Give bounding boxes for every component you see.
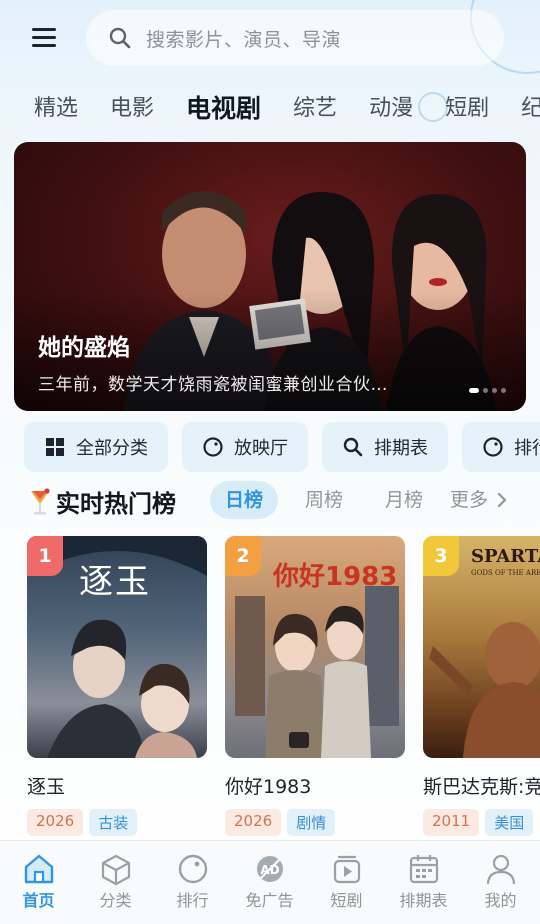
search-icon <box>109 27 131 49</box>
carousel-dot <box>501 388 506 393</box>
nav-label: 短剧 <box>330 891 363 910</box>
ranking-card[interactable]: 你好1983 2 你好1983 2026 剧情 <box>225 536 405 836</box>
tab-variety[interactable]: 综艺 <box>293 88 337 130</box>
tab-short-drama[interactable]: 短剧 <box>445 88 489 130</box>
cube-icon <box>101 854 130 885</box>
app-screen: 搜索影片、演员、导演 精选 电影 电视剧 综艺 动漫 短剧 纪录片 <box>0 0 540 924</box>
tab-anime[interactable]: 动漫 <box>369 88 413 130</box>
poster: 你好1983 2 <box>225 536 405 758</box>
quick-links: 全部分类 放映厅 排期表 排行榜 <box>24 422 540 472</box>
poster-title-art: SPARTACUS <box>471 546 540 567</box>
quick-link-label: 排行榜 <box>514 438 540 459</box>
nav-label: 分类 <box>99 891 132 910</box>
circle-icon <box>483 437 503 457</box>
nav-home[interactable]: 首页 <box>0 841 77 924</box>
hot-list-header: 实时热门榜 日榜 周榜 月榜 更多 <box>28 478 540 524</box>
card-tags: 2011 美国 <box>423 809 540 836</box>
tab-tv-series[interactable]: 电视剧 <box>186 88 261 130</box>
card-tags: 2026 剧情 <box>225 809 405 836</box>
year-tag: 2026 <box>27 809 84 836</box>
tab-weekly[interactable]: 周榜 <box>290 481 358 519</box>
nav-label: 排期表 <box>399 891 448 910</box>
carousel-dot-active <box>469 388 479 393</box>
tab-documentary[interactable]: 纪录片 <box>521 88 540 130</box>
nav-schedule[interactable]: 排期表 <box>385 841 462 924</box>
ranking-button[interactable]: 排行榜 <box>462 422 540 472</box>
grid-icon <box>46 438 64 456</box>
poster-title-art: 逐玉 <box>79 562 151 602</box>
card-tags: 2026 古装 <box>27 809 207 836</box>
quick-link-label: 放映厅 <box>234 438 288 459</box>
schedule-button[interactable]: 排期表 <box>322 422 448 472</box>
nav-profile[interactable]: 我的 <box>462 841 539 924</box>
year-tag: 2011 <box>423 809 480 836</box>
no-ads-icon: AD <box>256 856 283 882</box>
carousel-dot <box>483 388 488 393</box>
quick-link-label: 全部分类 <box>76 438 148 459</box>
poster: SPARTACUS GODS OF THE ARENA 3 <box>423 536 540 758</box>
tab-movies[interactable]: 电影 <box>110 88 154 130</box>
ranking-card[interactable]: SPARTACUS GODS OF THE ARENA 3 斯巴达克斯:竞技场之… <box>423 536 540 836</box>
chevron-right-icon <box>497 492 507 508</box>
ranking-period-tabs: 日榜 周榜 月榜 <box>210 481 450 519</box>
poster-title-art: 你好1983 <box>273 562 398 592</box>
nav-label: 排行 <box>176 891 209 910</box>
card-title: 你好1983 <box>225 776 312 798</box>
genre-tag: 剧情 <box>287 809 336 836</box>
rank-icon <box>178 854 207 884</box>
rank-badge: 1 <box>27 536 63 576</box>
search-bar[interactable]: 搜索影片、演员、导演 <box>86 10 504 66</box>
menu-icon <box>32 28 56 31</box>
rank-badge: 2 <box>225 536 261 576</box>
all-categories-button[interactable]: 全部分类 <box>24 422 168 472</box>
home-icon <box>24 854 53 884</box>
screening-hall-button[interactable]: 放映厅 <box>182 422 308 472</box>
bottom-navigation: 首页 分类 排行 AD 免广告 <box>0 840 540 924</box>
poster-subtitle-art: GODS OF THE ARENA <box>471 569 540 577</box>
nav-label: 我的 <box>484 891 517 910</box>
rank-badge: 3 <box>423 536 459 576</box>
hot-list-title-text: 实时热门榜 <box>56 490 176 518</box>
hot-list-title: 实时热门榜 <box>28 484 176 519</box>
nav-label: 免广告 <box>245 891 294 910</box>
tab-monthly[interactable]: 月榜 <box>370 481 438 519</box>
carousel-indicator <box>469 388 506 393</box>
nav-no-ads[interactable]: AD 免广告 <box>231 841 308 924</box>
more-label: 更多 <box>450 489 489 511</box>
cocktail-icon <box>31 487 50 514</box>
year-tag: 2026 <box>225 809 282 836</box>
tab-featured[interactable]: 精选 <box>34 88 78 130</box>
card-title: 逐玉 <box>27 776 66 798</box>
poster: 逐玉 1 <box>27 536 207 758</box>
nav-label: 首页 <box>22 891 55 910</box>
short-drama-icon <box>333 855 360 884</box>
nav-short-drama[interactable]: 短剧 <box>308 841 385 924</box>
more-link[interactable]: 更多 <box>450 481 510 519</box>
nav-category[interactable]: 分类 <box>77 841 154 924</box>
nav-ranking[interactable]: 排行 <box>154 841 231 924</box>
circle-icon <box>203 437 223 457</box>
tab-daily[interactable]: 日榜 <box>210 481 278 519</box>
search-placeholder: 搜索影片、演员、导演 <box>146 28 342 51</box>
card-title: 斯巴达克斯:竞技场之神 <box>423 776 540 798</box>
quick-link-label: 排期表 <box>374 438 428 459</box>
banner-title: 她的盛焰 <box>38 335 130 361</box>
carousel-dot <box>492 388 497 393</box>
genre-tag: 古装 <box>89 809 138 836</box>
search-icon <box>343 437 363 457</box>
banner-description: 三年前，数学天才饶雨瓷被闺蜜兼创业合伙… <box>38 375 388 395</box>
ranking-card[interactable]: 逐玉 1 逐玉 2026 古装 <box>27 536 207 836</box>
calendar-icon <box>409 855 438 884</box>
genre-tag: 美国 <box>485 809 534 836</box>
featured-banner[interactable]: 她的盛焰 三年前，数学天才饶雨瓷被闺蜜兼创业合伙… <box>14 142 526 411</box>
category-tabs: 精选 电影 电视剧 综艺 动漫 短剧 纪录片 <box>34 88 540 130</box>
menu-button[interactable] <box>28 24 62 52</box>
user-icon <box>486 854 515 885</box>
